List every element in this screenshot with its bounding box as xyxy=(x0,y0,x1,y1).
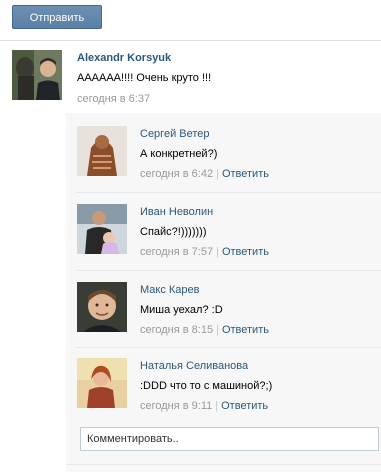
reply-time[interactable]: сегодня в 8:15 xyxy=(140,324,213,336)
reply-button[interactable]: Ответить xyxy=(222,324,269,336)
reply-author-link[interactable]: Иван Неволин xyxy=(140,206,213,218)
reply-author-link[interactable]: Наталья Селиванова xyxy=(140,360,248,372)
post-author-link[interactable]: Alexandr Korsyuk xyxy=(77,52,171,64)
divider xyxy=(76,270,381,271)
reply-button[interactable]: Ответить xyxy=(222,168,269,180)
send-button[interactable]: Отправить xyxy=(12,5,102,29)
avatar[interactable] xyxy=(77,282,127,332)
divider xyxy=(66,464,381,465)
reply-text: А конкретней?) xyxy=(140,148,218,160)
meta-separator: | xyxy=(216,324,219,336)
divider xyxy=(76,347,381,348)
reply-author-link[interactable]: Сергей Ветер xyxy=(140,128,210,140)
comment-input[interactable]: Комментировать.. xyxy=(80,427,379,451)
avatar[interactable] xyxy=(77,126,127,176)
reply-author-link[interactable]: Макс Карев xyxy=(140,284,200,296)
reply-meta: сегодня в 7:57 | Ответить xyxy=(140,246,269,258)
reply-button[interactable]: Ответить xyxy=(221,400,268,412)
divider xyxy=(76,192,381,193)
reply-text: Миша уехал? :D xyxy=(140,304,223,316)
meta-separator: | xyxy=(215,400,219,412)
post-time[interactable]: сегодня в 6:37 xyxy=(77,93,150,105)
reply-time[interactable]: сегодня в 9:11 xyxy=(140,400,212,412)
reply-text: :DDD что то с машиной?;) xyxy=(140,380,273,392)
meta-separator: | xyxy=(216,246,219,258)
reply-time[interactable]: сегодня в 6:42 xyxy=(140,168,213,180)
divider xyxy=(0,40,381,41)
avatar[interactable] xyxy=(77,204,127,254)
reply-button[interactable]: Ответить xyxy=(222,246,269,258)
avatar[interactable] xyxy=(77,358,127,408)
meta-separator: | xyxy=(216,168,219,180)
reply-meta: сегодня в 9:11 | Ответить xyxy=(140,400,268,412)
post-text: АААААА!!!! Очень круто !!! xyxy=(77,72,212,84)
reply-time[interactable]: сегодня в 7:57 xyxy=(140,246,213,258)
reply-meta: сегодня в 8:15 | Ответить xyxy=(140,324,269,336)
reply-meta: сегодня в 6:42 | Ответить xyxy=(140,168,269,180)
reply-text: Спайс?!))))))) xyxy=(140,226,207,238)
avatar[interactable] xyxy=(12,50,62,100)
